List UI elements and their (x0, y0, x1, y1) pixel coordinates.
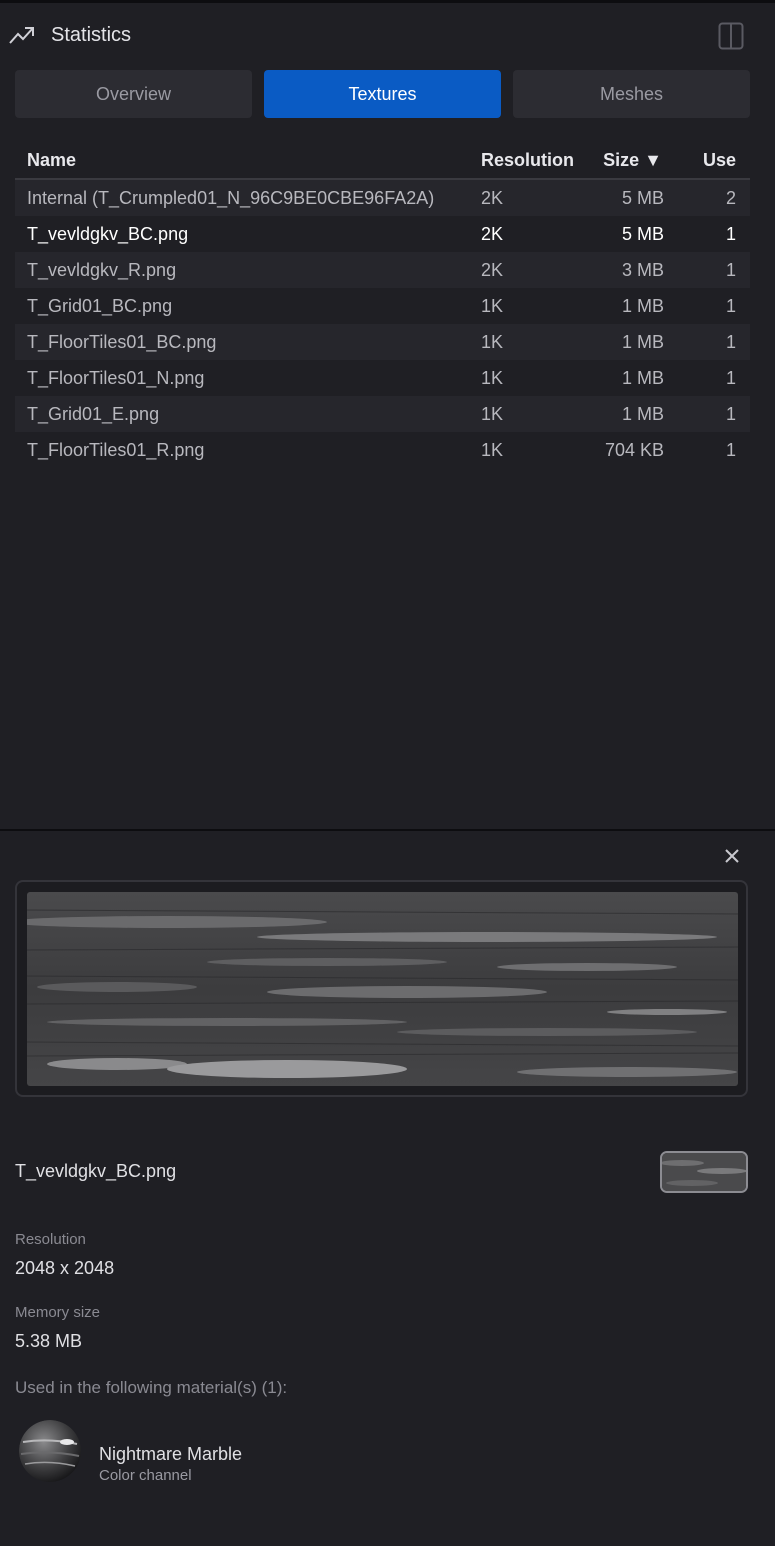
resolution-label: Resolution (15, 1231, 86, 1248)
cell-use: 1 (725, 440, 736, 460)
column-header-size[interactable]: Size ▼ (603, 150, 662, 171)
cell-size: 5 MB (621, 224, 664, 244)
cell-name: T_FloorTiles01_R.png (27, 440, 205, 460)
panel-divider[interactable] (0, 829, 775, 831)
cell-size: 1 MB (621, 404, 664, 424)
table-row[interactable]: T_FloorTiles01_N.png 1K 1 MB 1 (15, 360, 750, 396)
cell-resolution: 2K (481, 188, 504, 208)
cell-resolution: 1K (481, 368, 504, 388)
texture-file-name: T_vevldgkv_BC.png (15, 1161, 177, 1181)
cell-size: 1 MB (621, 332, 664, 352)
cell-name: T_Grid01_E.png (27, 404, 160, 424)
table-row[interactable]: T_FloorTiles01_BC.png 1K 1 MB 1 (15, 324, 750, 360)
cell-use: 1 (725, 332, 736, 352)
top-border (0, 0, 775, 3)
cell-name: T_vevldgkv_R.png (27, 260, 177, 280)
trending-up-icon (9, 27, 34, 44)
resolution-value: 2048 x 2048 (15, 1258, 115, 1278)
column-header-resolution[interactable]: Resolution (481, 150, 574, 171)
table-row[interactable]: T_FloorTiles01_R.png 1K 704 KB 1 (15, 432, 750, 468)
table-row[interactable]: Internal (T_Crumpled01_N_96C9BE0CBE96FA2… (15, 180, 750, 216)
cell-use: 1 (725, 296, 736, 316)
material-name: Nightmare Marble (99, 1444, 243, 1464)
tab-bar: Overview Textures Meshes (15, 70, 750, 118)
cell-resolution: 1K (481, 404, 504, 424)
table-body: Internal (T_Crumpled01_N_96C9BE0CBE96FA2… (15, 180, 750, 468)
texture-preview-frame (15, 880, 748, 1097)
cell-size: 704 KB (604, 440, 664, 460)
memory-size-value: 5.38 MB (15, 1331, 83, 1351)
cell-name: T_FloorTiles01_N.png (27, 368, 205, 388)
cell-resolution: 1K (481, 440, 504, 460)
cell-size: 3 MB (621, 260, 664, 280)
tab-overview[interactable]: Overview (15, 70, 252, 118)
cell-size: 5 MB (621, 188, 664, 208)
textures-table: Name Resolution Size ▼ Use Internal (T_C… (15, 142, 750, 468)
panel-title: Statistics (51, 24, 132, 46)
texture-preview-image (27, 892, 738, 1086)
cell-resolution: 1K (481, 296, 504, 316)
panel-header: Statistics (0, 14, 775, 58)
tab-textures[interactable]: Textures (264, 70, 501, 118)
cell-name: T_vevldgkv_BC.png (27, 224, 189, 244)
column-header-use[interactable]: Use (703, 150, 736, 171)
cell-size: 1 MB (621, 368, 664, 388)
cell-use: 1 (725, 404, 736, 424)
cell-name: T_FloorTiles01_BC.png (27, 332, 217, 352)
cell-use: 1 (725, 368, 736, 388)
cell-name: T_Grid01_BC.png (27, 296, 173, 316)
table-row-selected[interactable]: T_vevldgkv_BC.png 2K 5 MB 1 (15, 216, 750, 252)
cell-use: 1 (725, 260, 736, 280)
cell-resolution: 1K (481, 332, 504, 352)
cell-resolution: 2K (481, 260, 504, 280)
table-row[interactable]: T_Grid01_E.png 1K 1 MB 1 (15, 396, 750, 432)
used-in-materials-label: Used in the following material(s) (1): (15, 1378, 288, 1397)
table-header: Name Resolution Size ▼ Use (15, 142, 750, 180)
cell-name: Internal (T_Crumpled01_N_96C9BE0CBE96FA2… (27, 188, 435, 208)
cell-size: 1 MB (621, 296, 664, 316)
material-item[interactable]: Nightmare Marble Color channel (15, 1416, 415, 1486)
close-icon[interactable] (722, 846, 742, 866)
split-view-icon[interactable] (718, 22, 744, 50)
texture-thumbnail[interactable] (660, 1151, 748, 1193)
memory-size-label: Memory size (15, 1304, 101, 1321)
cell-use: 2 (725, 188, 736, 208)
cell-resolution: 2K (481, 224, 504, 244)
column-header-name[interactable]: Name (27, 150, 76, 171)
material-preview-sphere (19, 1420, 81, 1482)
table-row[interactable]: T_vevldgkv_R.png 2K 3 MB 1 (15, 252, 750, 288)
cell-use: 1 (725, 224, 736, 244)
table-row[interactable]: T_Grid01_BC.png 1K 1 MB 1 (15, 288, 750, 324)
material-channel: Color channel (99, 1467, 192, 1484)
tab-meshes[interactable]: Meshes (513, 70, 750, 118)
